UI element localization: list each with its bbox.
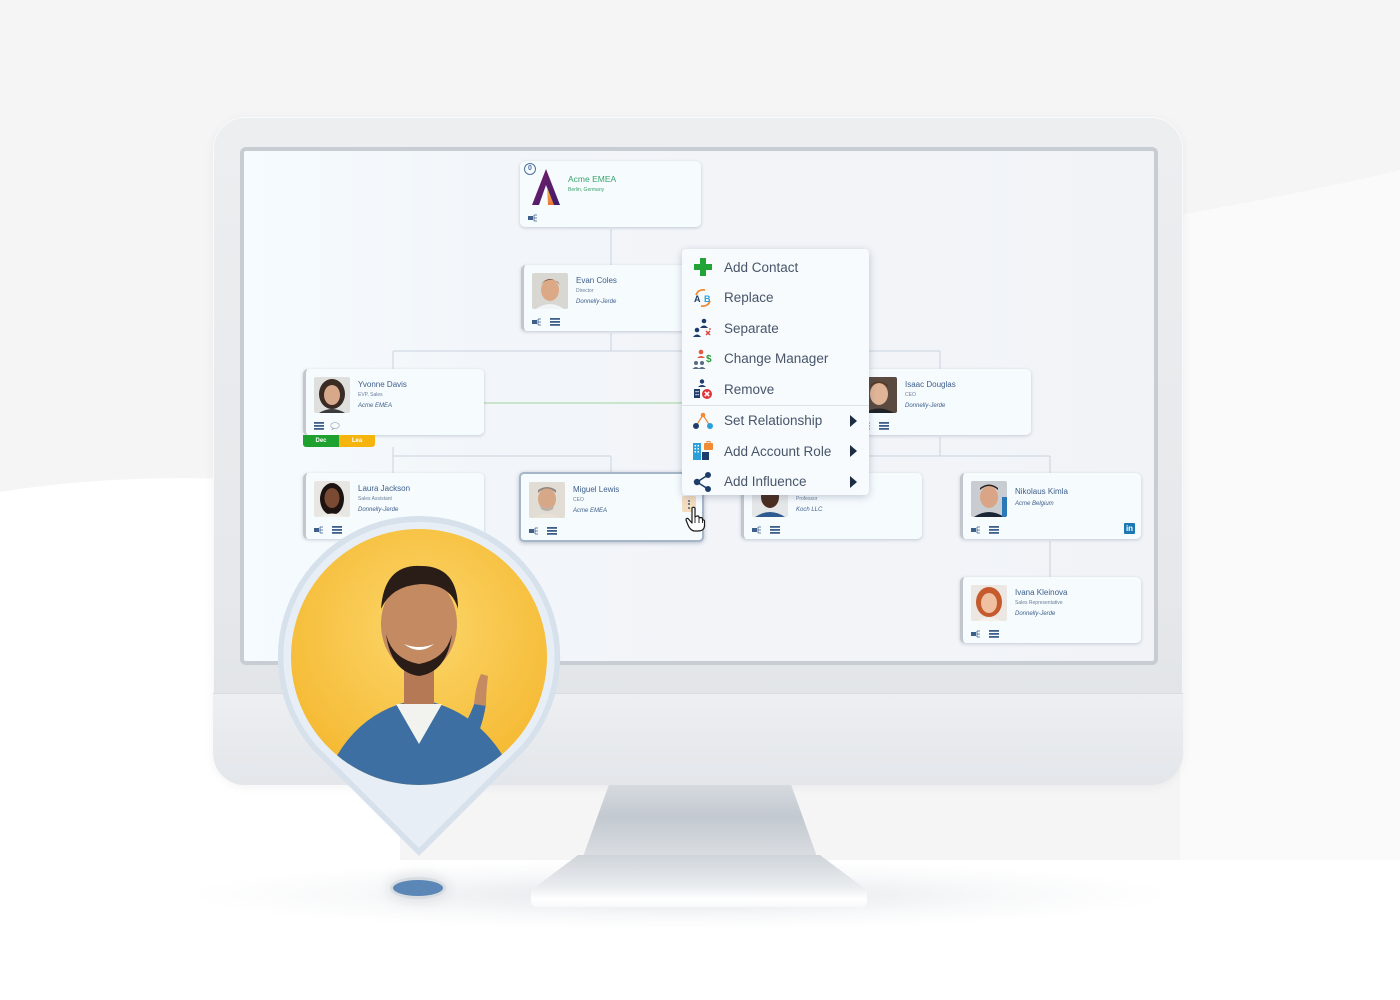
influence-icon[interactable] (532, 318, 544, 326)
submenu-arrow-icon (850, 475, 857, 488)
monitor-stand-base (531, 855, 867, 907)
node-company: Acme EMEA (573, 508, 608, 514)
node-title: CEO (905, 392, 916, 398)
list-icon[interactable] (989, 526, 999, 534)
svg-text:A: A (694, 294, 701, 304)
node-company: Koch LLC (796, 507, 823, 513)
relationship-icon (693, 412, 713, 429)
node-company: Donnelly-Jerde (1015, 611, 1056, 617)
node-name: Yvonne Davis (358, 380, 407, 389)
share-influence-icon (693, 471, 711, 492)
org-node-root[interactable]: 0 Acme EMEA Berlin, Germany (520, 161, 701, 227)
node-title: Director (576, 288, 594, 294)
avatar (529, 482, 565, 518)
org-node-ivana-kleinova[interactable]: Ivana Kleinova Sales Representative Donn… (960, 577, 1141, 643)
menu-item-add-influence[interactable]: Add Influence (682, 467, 869, 498)
org-node-yvonne-davis[interactable]: Yvonne Davis EVP, Sales Acme EMEA Dec Le… (303, 369, 484, 447)
pin-location-dot (393, 880, 443, 896)
change-manager-icon: $ (692, 349, 712, 369)
menu-item-remove[interactable]: Remove (682, 374, 869, 405)
linkedin-icon[interactable]: in (1124, 523, 1135, 534)
remove-icon (694, 379, 712, 400)
avatar (532, 273, 568, 309)
list-icon[interactable] (550, 318, 560, 326)
tag-lead: Lea (339, 435, 375, 447)
avatar (314, 481, 350, 517)
menu-item-label: Replace (724, 290, 774, 306)
list-icon[interactable] (989, 630, 999, 638)
node-title: Sales Assistant (358, 496, 392, 502)
node-company: Donnelly-Jerde (905, 403, 946, 409)
add-contact-plus-icon (694, 258, 712, 277)
replace-ab-icon: AB (694, 288, 711, 307)
person-pin-illustration (276, 514, 566, 864)
hand-cursor-icon (685, 506, 706, 532)
count-badge: 0 (524, 163, 536, 175)
menu-item-add-account-role[interactable]: Add Account Role (682, 436, 869, 467)
org-node-evan-coles[interactable]: Evan Coles Director Donnelly-Jerde (521, 265, 702, 331)
influence-icon[interactable] (752, 526, 764, 534)
node-title: CEO (573, 497, 584, 503)
monitor-stand-neck (580, 785, 820, 865)
menu-item-label: Remove (724, 381, 775, 397)
menu-item-label: Separate (724, 320, 779, 336)
menu-item-add-contact[interactable]: Add Contact (682, 252, 869, 283)
node-company: Acme EMEA (358, 403, 393, 409)
list-icon[interactable] (314, 422, 324, 430)
node-name: Miguel Lewis (573, 485, 620, 494)
node-name: Laura Jackson (358, 484, 411, 493)
account-role-icon (693, 441, 713, 461)
menu-item-label: Add Account Role (724, 443, 832, 459)
pin-badge (277, 515, 561, 856)
menu-item-set-relationship[interactable]: Set Relationship (682, 406, 869, 437)
svg-text:$: $ (706, 354, 712, 365)
svg-text:B: B (704, 294, 711, 304)
submenu-arrow-icon (850, 414, 857, 427)
avatar (314, 377, 350, 413)
menu-item-label: Add Influence (724, 474, 807, 490)
node-title: Sales Representative (1015, 600, 1063, 606)
node-title: EVP, Sales (358, 392, 383, 398)
role-tags: Dec Lea (303, 435, 375, 447)
node-context-menu: Add Contact AB Replace Separate $ Change… (682, 249, 869, 495)
node-name: Ivana Kleinova (1015, 588, 1068, 597)
node-company: Acme Belgium (1015, 501, 1054, 507)
menu-item-label: Add Contact (724, 259, 799, 275)
menu-item-replace[interactable]: AB Replace (682, 283, 869, 314)
node-name: Evan Coles (576, 276, 617, 285)
node-name: Nikolaus Kimla (1015, 487, 1068, 496)
avatar (971, 585, 1007, 621)
tag-decision-maker: Dec (303, 435, 339, 447)
node-company: Donnelly-Jerde (358, 507, 399, 513)
org-node-isaac-douglas[interactable]: Isaac Douglas CEO Donnelly-Jerde (850, 369, 1031, 435)
menu-item-separate[interactable]: Separate (682, 313, 869, 344)
influence-icon[interactable] (971, 630, 983, 638)
menu-item-label: Set Relationship (724, 413, 823, 429)
list-icon[interactable] (879, 422, 889, 430)
separate-icon (693, 318, 711, 338)
menu-item-label: Change Manager (724, 351, 829, 367)
list-icon[interactable] (770, 526, 780, 534)
node-company: Donnelly-Jerde (576, 299, 617, 305)
org-node-nikolaus-kimla[interactable]: Nikolaus Kimla Acme Belgium in (960, 473, 1141, 539)
influence-icon[interactable] (971, 526, 983, 534)
submenu-arrow-icon (850, 445, 857, 458)
influence-icon[interactable] (528, 214, 540, 222)
comment-icon[interactable] (330, 422, 340, 430)
node-location: Berlin, Germany (568, 187, 605, 193)
menu-item-change-manager[interactable]: $ Change Manager (682, 344, 869, 375)
avatar (971, 481, 1007, 517)
node-name: Isaac Douglas (905, 380, 956, 389)
node-name: Acme EMEA (568, 174, 617, 184)
